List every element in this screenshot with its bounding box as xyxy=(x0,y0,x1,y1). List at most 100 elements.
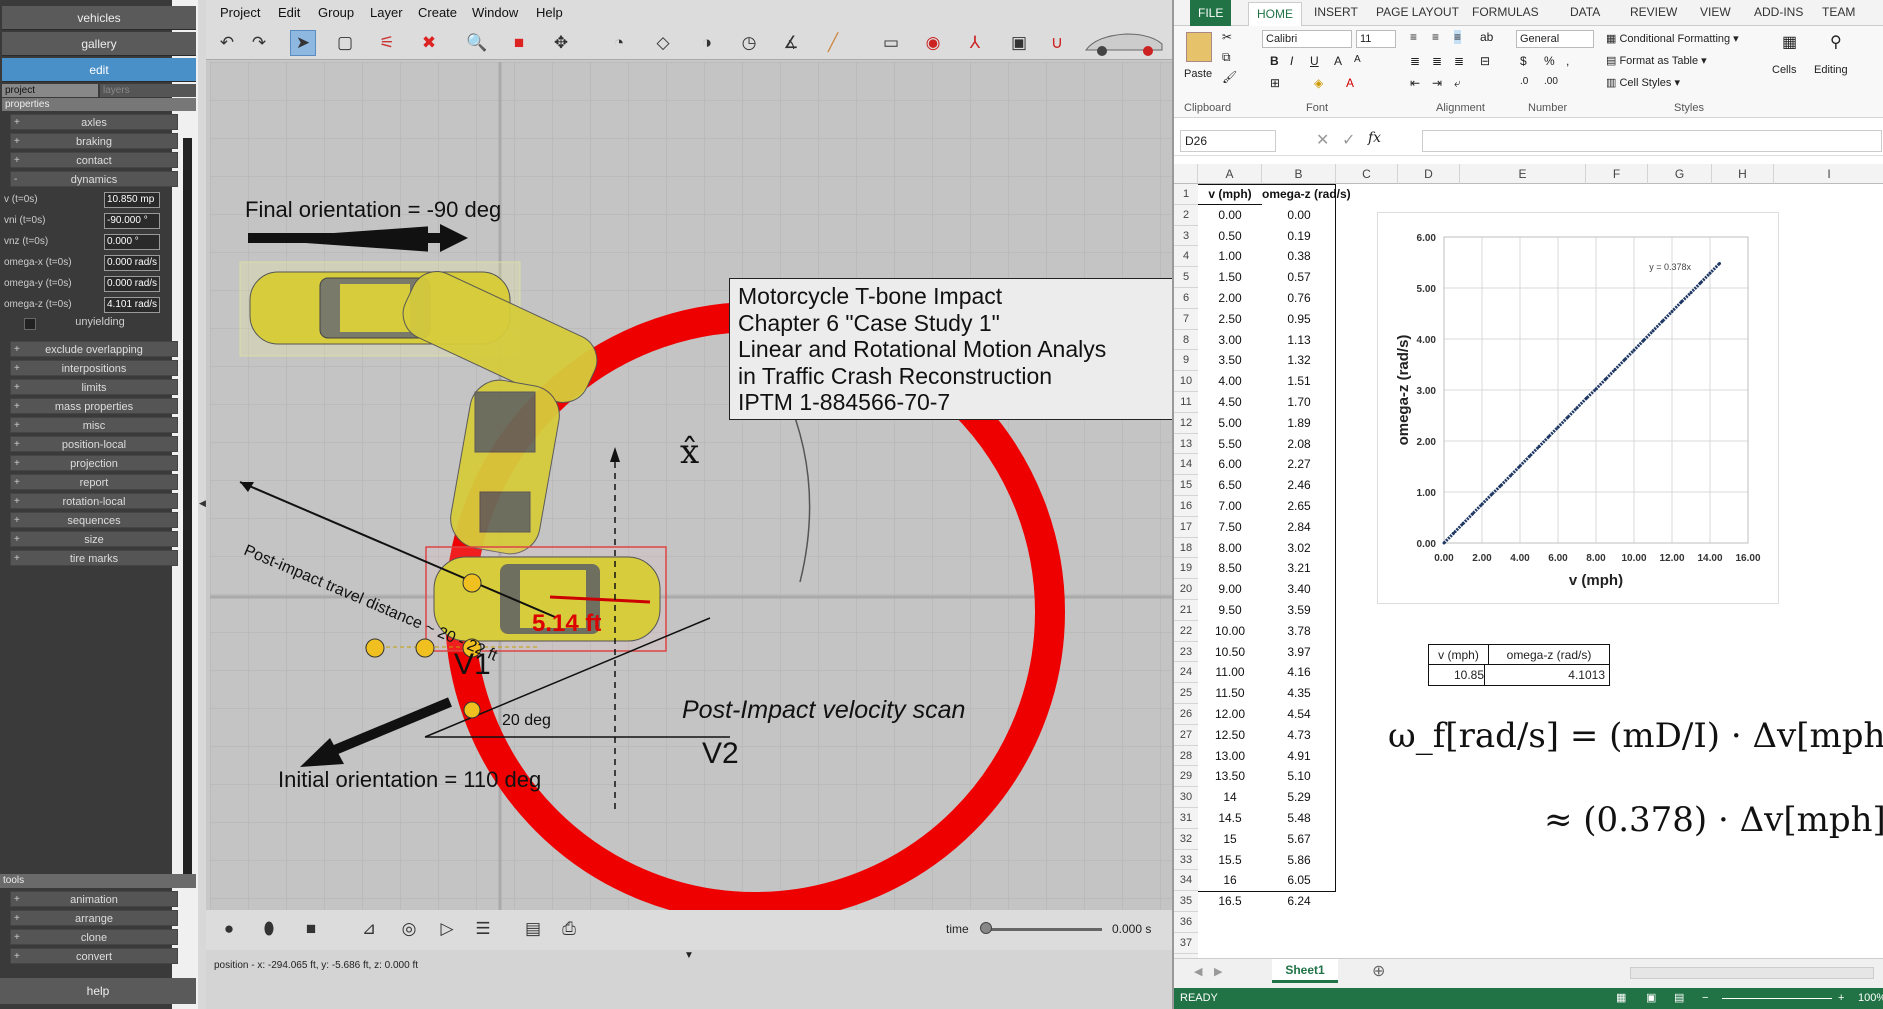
editing-label[interactable]: Editing xyxy=(1814,64,1848,76)
help-button[interactable]: help xyxy=(0,978,196,1004)
tool-animation[interactable]: + animation xyxy=(10,891,178,907)
tool-convert[interactable]: + convert xyxy=(10,948,178,964)
gauge-icon[interactable]: ◔ xyxy=(606,30,632,56)
move-icon[interactable]: ✥ xyxy=(548,30,574,56)
magnet-icon[interactable]: ∪ xyxy=(1044,30,1070,56)
row-header[interactable]: 21 xyxy=(1174,600,1198,621)
row-header[interactable]: 25 xyxy=(1174,683,1198,704)
print-icon[interactable]: ⎙ xyxy=(556,916,582,942)
select-tool-icon[interactable]: ➤ xyxy=(290,30,316,56)
section-contact[interactable]: + contact xyxy=(10,152,178,168)
outdent-icon[interactable]: ⇤ xyxy=(1410,76,1420,90)
number-format-select[interactable]: General xyxy=(1516,30,1594,48)
section-exclude-overlapping[interactable]: + exclude overlapping xyxy=(10,341,178,357)
row-header[interactable]: 4 xyxy=(1174,246,1198,268)
cancel-icon[interactable]: ✕ xyxy=(1316,130,1329,150)
data-point[interactable] xyxy=(1547,435,1550,439)
menu-window[interactable]: Window xyxy=(472,5,518,20)
panel-splitter[interactable]: ◀ xyxy=(198,0,206,1009)
name-box[interactable]: D26 xyxy=(1180,130,1276,152)
section-braking[interactable]: + braking xyxy=(10,133,178,149)
section-rotation-local[interactable]: + rotation-local xyxy=(10,493,178,509)
section-mass-properties[interactable]: + mass properties xyxy=(10,398,178,414)
row-header[interactable]: 5 xyxy=(1174,267,1198,288)
horizontal-scrollbar[interactable] xyxy=(1630,967,1874,979)
row-header[interactable]: 11 xyxy=(1174,392,1198,413)
plane-icon[interactable]: ◇ xyxy=(650,30,676,56)
data-point[interactable] xyxy=(1632,348,1636,352)
camera-icon[interactable]: ▣ xyxy=(1006,30,1032,56)
timer-icon[interactable]: ◷ xyxy=(736,30,762,56)
data-point[interactable] xyxy=(1509,474,1512,478)
row-header[interactable]: 15 xyxy=(1174,475,1198,496)
cut-icon[interactable]: ✂ xyxy=(1222,30,1232,44)
zoom-in-icon[interactable]: + xyxy=(1838,988,1844,1009)
report-icon[interactable]: ▤ xyxy=(520,916,546,942)
data-point[interactable] xyxy=(1461,522,1465,526)
column-header[interactable]: E xyxy=(1460,164,1586,184)
row-header[interactable]: 3 xyxy=(1174,225,1198,247)
row-header[interactable]: 24 xyxy=(1174,662,1198,684)
row-header[interactable]: 13 xyxy=(1174,433,1198,455)
scene-canvas[interactable]: Final orientation = -90 deg Initial orie… xyxy=(210,62,1172,910)
frame-icon[interactable]: ▭ xyxy=(878,30,904,56)
data-point[interactable] xyxy=(1585,396,1588,400)
cells-label[interactable]: Cells xyxy=(1772,64,1796,76)
unyielding-checkbox[interactable] xyxy=(24,318,36,330)
section-misc[interactable]: + misc xyxy=(10,417,178,433)
align-bottom-icon[interactable]: ≡ xyxy=(1454,30,1462,44)
row-header[interactable]: 7 xyxy=(1174,308,1198,330)
cube-icon[interactable]: ■ xyxy=(506,30,532,56)
currency-icon[interactable]: $ xyxy=(1520,54,1527,68)
menu-layer[interactable]: Layer xyxy=(370,5,403,20)
result-value-omega[interactable]: 4.1013 xyxy=(1489,665,1605,685)
row-header[interactable]: 33 xyxy=(1174,849,1198,871)
column-header[interactable]: D xyxy=(1398,164,1460,184)
binoculars-icon[interactable]: ⚲ xyxy=(1830,32,1842,52)
bold-button[interactable]: B xyxy=(1270,54,1279,68)
select-all-corner[interactable] xyxy=(1174,164,1198,184)
row-header[interactable]: 23 xyxy=(1174,641,1198,663)
camera-view-icon[interactable]: ◎ xyxy=(396,916,422,942)
row-header[interactable]: 28 xyxy=(1174,745,1198,767)
column-header[interactable]: I xyxy=(1774,164,1883,184)
data-point[interactable] xyxy=(1642,339,1645,343)
data-point[interactable] xyxy=(1499,483,1503,487)
row-header[interactable]: 20 xyxy=(1174,579,1198,600)
font-grow-icon[interactable]: A xyxy=(1334,54,1342,68)
section-interpositions[interactable]: + interpositions xyxy=(10,360,178,376)
data-point[interactable] xyxy=(1518,464,1522,468)
cell-omega[interactable]: 6.24 xyxy=(1262,891,1336,912)
data-point[interactable] xyxy=(1442,541,1446,545)
borders-icon[interactable]: ⊞ xyxy=(1270,76,1280,90)
column-header[interactable]: F xyxy=(1586,164,1648,184)
data-point[interactable] xyxy=(1594,387,1598,391)
format-as-table-button[interactable]: ▤ Format as Table ▾ xyxy=(1606,54,1707,67)
row-header[interactable]: 18 xyxy=(1174,537,1198,559)
handle-x-icon[interactable] xyxy=(462,573,482,593)
row-header[interactable]: 16 xyxy=(1174,496,1198,517)
ribbon-tab-review[interactable]: REVIEW xyxy=(1630,5,1677,19)
section-report[interactable]: + report xyxy=(10,474,178,490)
time-slider[interactable] xyxy=(984,928,1102,931)
align-left-icon[interactable]: ≣ xyxy=(1410,54,1420,68)
row-header[interactable]: 10 xyxy=(1174,371,1198,392)
row-header[interactable]: 30 xyxy=(1174,787,1198,808)
tool-arrange[interactable]: + arrange xyxy=(10,910,178,926)
time-slider-thumb[interactable] xyxy=(980,922,992,934)
row-header[interactable]: 12 xyxy=(1174,412,1198,434)
menu-create[interactable]: Create xyxy=(418,5,457,20)
next-sheet-icon[interactable]: ▶ xyxy=(1214,965,1222,978)
font-color-icon[interactable]: A xyxy=(1346,76,1354,90)
field-input-omega-x-t-0s[interactable]: 0.000 rad/s xyxy=(104,255,160,271)
data-point[interactable] xyxy=(1689,291,1693,295)
paste-icon[interactable] xyxy=(1186,32,1212,62)
sheet-tab[interactable]: Sheet1 xyxy=(1272,959,1338,983)
confirm-icon[interactable]: ✓ xyxy=(1342,130,1355,150)
edit-tab[interactable]: edit xyxy=(2,58,196,82)
increase-decimal-icon[interactable]: .0 xyxy=(1520,76,1528,87)
add-sheet-icon[interactable]: ⊕ xyxy=(1372,961,1385,981)
column-header[interactable]: G xyxy=(1648,164,1712,184)
ribbon-tab-page-layout[interactable]: PAGE LAYOUT xyxy=(1376,5,1459,19)
data-point[interactable] xyxy=(1556,425,1560,429)
